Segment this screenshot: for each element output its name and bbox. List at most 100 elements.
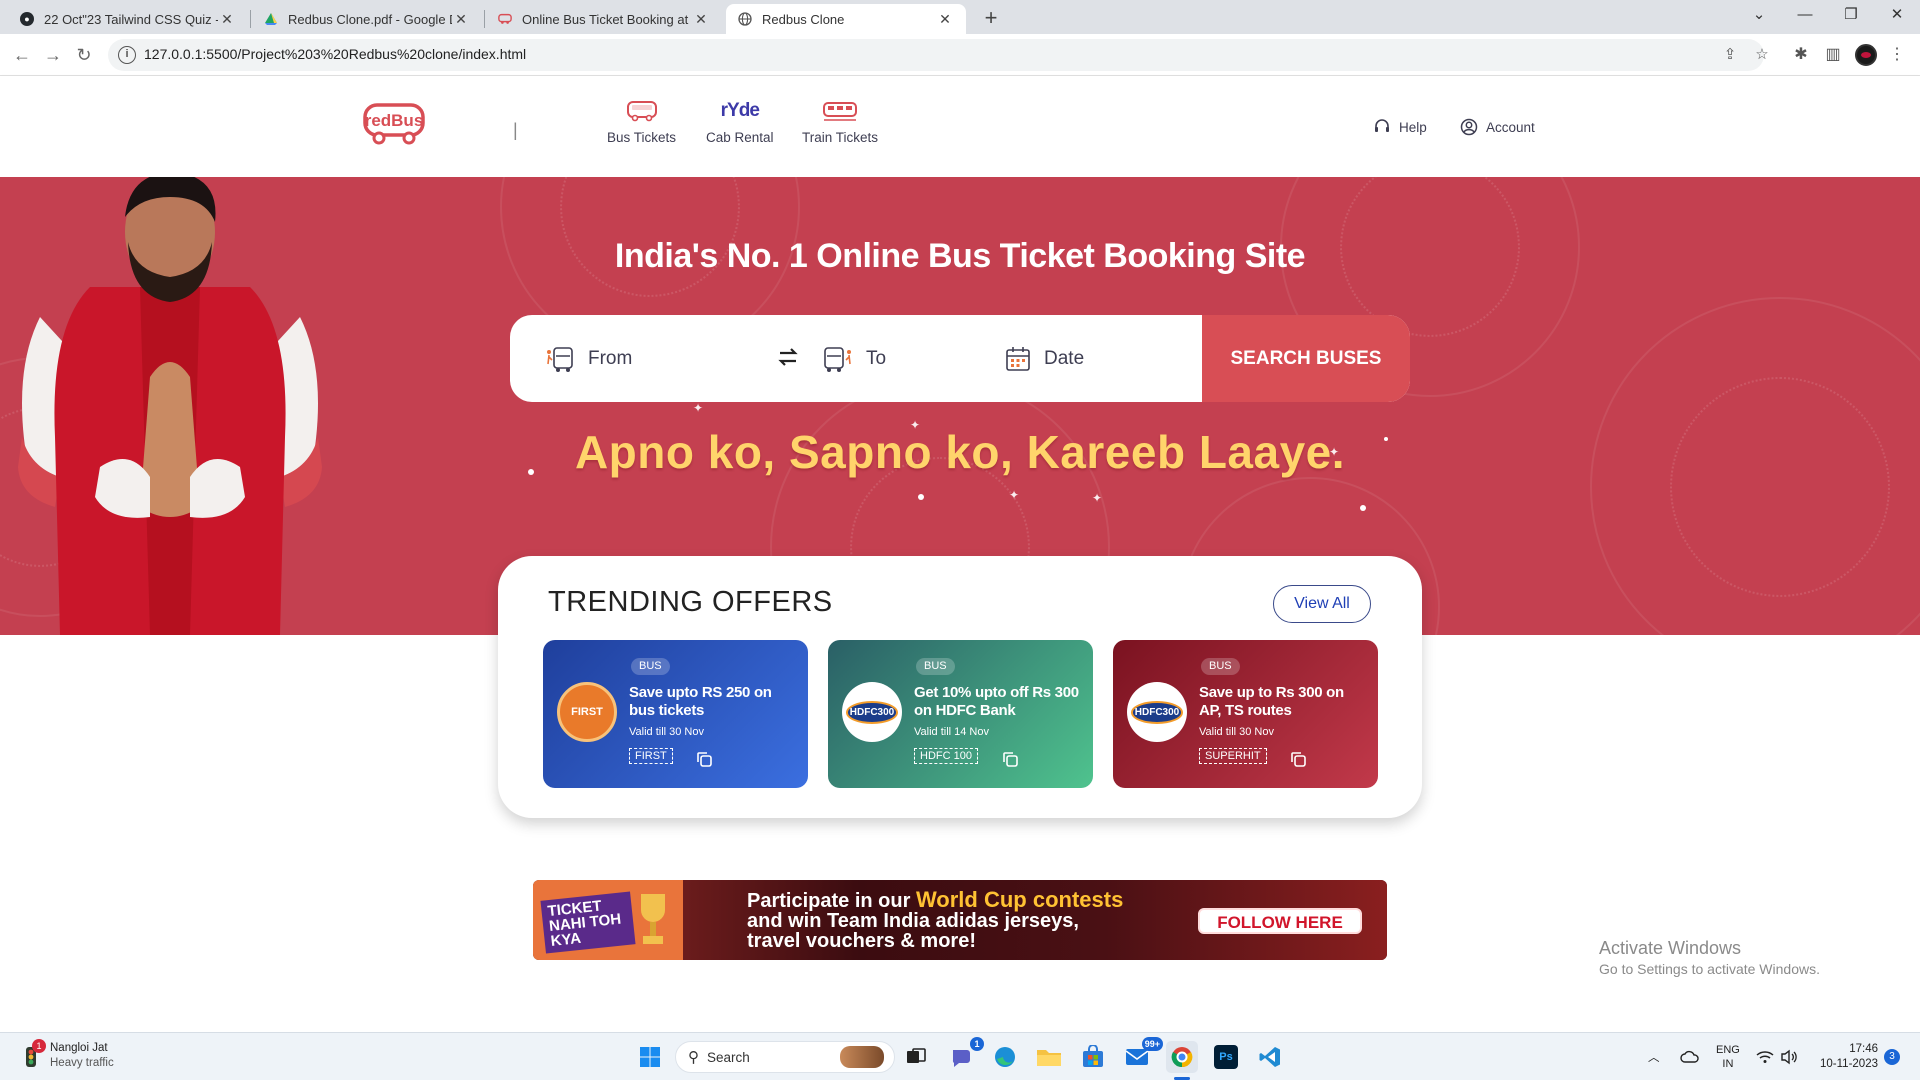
copy-icon[interactable] xyxy=(1001,750,1019,768)
redbus-logo[interactable]: redBus xyxy=(362,102,428,146)
offer-card[interactable]: HDFC300 BUS Save up to Rs 300 on AP, TS … xyxy=(1113,640,1378,788)
sparkle-decoration: ✦ xyxy=(693,401,704,415)
search-highlight-icon xyxy=(840,1046,884,1068)
sparkle-decoration: ✦ xyxy=(1009,488,1020,502)
forward-icon[interactable]: → xyxy=(41,43,65,67)
weather-widget[interactable]: 1 Nangloi Jat Heavy traffic xyxy=(18,1039,114,1071)
mail-icon[interactable]: 99+ xyxy=(1121,1037,1163,1073)
side-panel-icon[interactable]: ▥ xyxy=(1822,44,1844,66)
world-cup-promo-banner[interactable]: TICKET NAHI TOH KYA Participate in our W… xyxy=(533,880,1387,960)
vscode-icon[interactable] xyxy=(1254,1041,1286,1073)
restore-button[interactable]: ❐ xyxy=(1828,0,1874,30)
nav-cab-rental[interactable]: rYde Cab Rental xyxy=(706,98,774,145)
globe-icon xyxy=(738,12,752,26)
headset-icon xyxy=(1375,119,1389,132)
back-icon[interactable]: ← xyxy=(10,43,34,67)
from-field[interactable]: From xyxy=(544,315,764,402)
hero-title: India's No. 1 Online Bus Ticket Booking … xyxy=(614,237,1306,275)
header-divider: | xyxy=(513,120,518,140)
hdfc-offer-logo: HDFC300 xyxy=(842,682,902,742)
windows-taskbar: 1 Nangloi Jat Heavy traffic ⚲ Search 1 9… xyxy=(0,1032,1920,1080)
nav-train-tickets[interactable]: Train Tickets xyxy=(802,98,878,145)
offer-code: SUPERHIT xyxy=(1199,748,1267,764)
account-link[interactable]: Account xyxy=(1460,118,1535,136)
sparkle-decoration xyxy=(1360,505,1366,511)
copy-icon[interactable] xyxy=(1289,750,1307,768)
chrome-icon[interactable] xyxy=(1166,1041,1198,1073)
close-icon[interactable]: ✕ xyxy=(936,11,954,28)
view-all-button[interactable]: View All xyxy=(1273,585,1371,623)
swap-icon[interactable] xyxy=(776,345,800,369)
offer-card[interactable]: HDFC300 BUS Get 10% upto off Rs 300 on H… xyxy=(828,640,1093,788)
nav-bus-tickets[interactable]: Bus Tickets xyxy=(607,98,676,145)
windows-start-icon[interactable] xyxy=(634,1041,666,1073)
clock[interactable]: 17:46 10-11-2023 xyxy=(1814,1033,1878,1080)
task-view-icon[interactable] xyxy=(900,1041,932,1073)
volume-icon[interactable] xyxy=(1780,1033,1798,1080)
new-tab-button[interactable]: + xyxy=(978,6,1004,32)
more-menu-icon[interactable]: ⋮ xyxy=(1886,44,1908,66)
minimize-button[interactable]: — xyxy=(1782,0,1828,30)
hdfc-offer-logo: HDFC300 xyxy=(1127,682,1187,742)
browser-tab[interactable]: Online Bus Ticket Booking at Lov ✕ xyxy=(486,4,722,34)
github-icon: ● xyxy=(20,12,34,26)
site-header: redBus | Bus Tickets rYde Cab Rental Tra… xyxy=(0,76,1920,177)
profile-avatar[interactable] xyxy=(1855,44,1877,66)
banner-badge: TICKET NAHI TOH KYA xyxy=(533,880,683,960)
first-offer-logo: FIRST xyxy=(557,682,617,742)
account-icon xyxy=(1460,118,1478,136)
follow-here-button[interactable]: FOLLOW HERE xyxy=(1198,908,1362,934)
close-icon[interactable]: ✕ xyxy=(452,11,470,28)
site-info-icon[interactable]: i xyxy=(118,46,136,64)
close-icon[interactable]: ✕ xyxy=(692,11,710,28)
share-icon[interactable]: ⇪ xyxy=(1720,45,1740,65)
teams-chat-icon[interactable]: 1 xyxy=(946,1037,984,1073)
offer-card[interactable]: FIRST BUS Save upto RS 250 on bus ticket… xyxy=(543,640,808,788)
close-window-button[interactable]: ✕ xyxy=(1874,0,1920,30)
offers-title: TRENDING OFFERS xyxy=(548,586,833,618)
date-field[interactable]: Date xyxy=(1004,315,1194,402)
offer-code: FIRST xyxy=(629,748,673,764)
arrival-bus-icon xyxy=(824,346,851,372)
bus-icon xyxy=(626,98,658,124)
bus-search-form: From To Date SEARCH BUSES xyxy=(510,315,1410,402)
traffic-icon: 1 xyxy=(18,1039,46,1069)
tab-search-icon[interactable]: ⌄ xyxy=(1736,0,1782,30)
show-hidden-icons[interactable]: ︿ xyxy=(1648,1033,1660,1080)
browser-tab[interactable]: ● 22 Oct"23 Tailwind CSS Quiz - Fu ✕ xyxy=(8,4,248,34)
browser-tab-active[interactable]: Redbus Clone ✕ xyxy=(726,4,966,34)
reload-icon[interactable]: ↻ xyxy=(72,43,96,67)
copy-icon[interactable] xyxy=(695,750,713,768)
calendar-icon xyxy=(1006,346,1030,371)
browser-tab[interactable]: Redbus Clone.pdf - Google Drive ✕ xyxy=(252,4,482,34)
departure-bus-icon xyxy=(547,346,573,372)
banner-text: Participate in our World Cup contests an… xyxy=(747,887,1124,952)
to-field[interactable]: To xyxy=(822,315,1022,402)
photoshop-icon[interactable]: Ps xyxy=(1210,1041,1242,1073)
activate-windows-watermark: Activate Windows Go to Settings to activ… xyxy=(1599,938,1820,977)
notification-center[interactable]: 3 xyxy=(1884,1033,1900,1080)
offer-code: HDFC 100 xyxy=(914,748,978,764)
help-link[interactable]: Help xyxy=(1373,118,1427,136)
search-icon: ⚲ xyxy=(688,1049,699,1066)
language-indicator[interactable]: ENG IN xyxy=(1716,1033,1740,1080)
mandala-decoration xyxy=(1670,377,1890,597)
microsoft-store-icon[interactable] xyxy=(1077,1041,1109,1073)
train-icon xyxy=(822,98,858,124)
browser-tab-bar: ● 22 Oct"23 Tailwind CSS Quiz - Fu ✕ Red… xyxy=(0,0,1920,34)
hero-tagline: Apno ko, Sapno ko, Kareeb Laaye. xyxy=(574,426,1346,478)
google-drive-icon xyxy=(264,12,278,26)
extensions-icon[interactable]: ✱ xyxy=(1790,44,1812,66)
edge-browser-icon[interactable] xyxy=(989,1041,1021,1073)
file-explorer-icon[interactable] xyxy=(1033,1041,1065,1073)
wifi-icon[interactable] xyxy=(1756,1033,1774,1080)
search-buses-button[interactable]: SEARCH BUSES xyxy=(1202,315,1410,402)
redbus-icon xyxy=(498,12,512,26)
bookmark-star-icon[interactable]: ☆ xyxy=(1752,45,1772,65)
taskbar-search[interactable]: ⚲ Search xyxy=(675,1041,895,1073)
onedrive-sync-icon[interactable] xyxy=(1680,1033,1700,1080)
ryde-icon: rYde xyxy=(720,100,760,121)
close-icon[interactable]: ✕ xyxy=(218,11,236,28)
sparkle-decoration: ✦ xyxy=(1092,491,1103,505)
url-field[interactable]: i 127.0.0.1:5500/Project%203%20Redbus%20… xyxy=(108,39,1769,71)
